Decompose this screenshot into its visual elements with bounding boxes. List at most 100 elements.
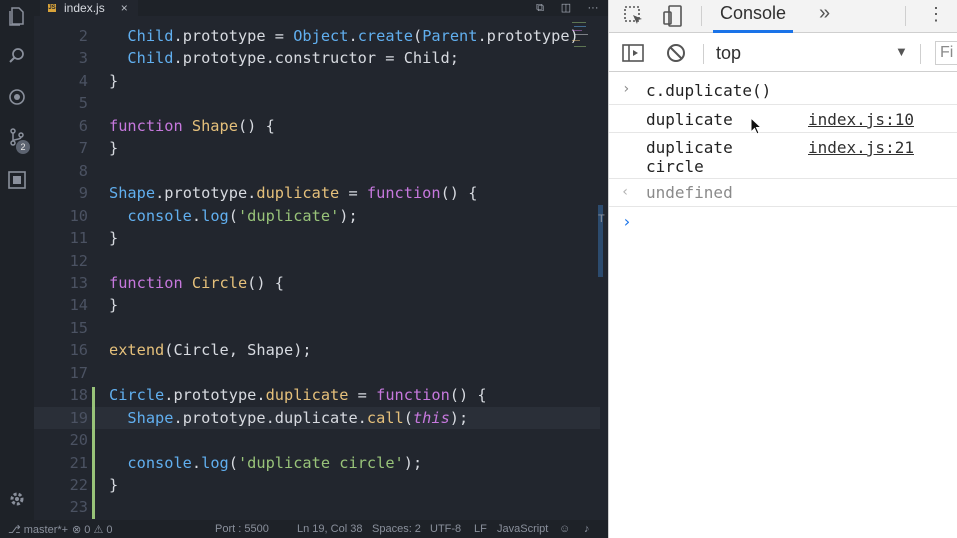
clear-console-icon[interactable]: [664, 41, 688, 65]
line-number: 13: [69, 273, 88, 292]
line-code: extend(Circle, Shape);: [109, 339, 312, 361]
code-line[interactable]: 12: [34, 250, 600, 272]
line-code: function Shape() {: [109, 115, 275, 137]
code-area[interactable]: 2 Child.prototype = Object.create(Parent…: [34, 25, 600, 520]
console-result-row: ‹ undefined: [609, 179, 957, 207]
code-token: call: [366, 408, 404, 427]
live-server-port[interactable]: Port : 5500: [215, 523, 269, 535]
code-token: Circle: [191, 273, 248, 292]
device-toolbar-icon[interactable]: [661, 4, 685, 28]
split-editor-icon[interactable]: ◫: [559, 1, 573, 15]
code-line[interactable]: 21 console.log('duplicate circle');: [34, 452, 600, 474]
code-token: 'duplicate': [237, 206, 340, 225]
line-code: console.log('duplicate');: [109, 205, 357, 227]
code-token: console: [127, 453, 192, 472]
code-line[interactable]: 16 extend(Circle, Shape);: [34, 339, 600, 361]
open-preview-icon[interactable]: ⧉: [533, 1, 547, 15]
tab-console[interactable]: Console: [713, 0, 793, 33]
tab-index-js[interactable]: JS index.js ×: [40, 0, 138, 16]
minimap[interactable]: [572, 20, 592, 56]
more-tabs-icon[interactable]: »: [819, 2, 830, 25]
line-code: }: [109, 227, 118, 249]
cursor-position[interactable]: Ln 19, Col 38: [297, 523, 362, 535]
code-line[interactable]: 14}: [34, 294, 600, 316]
source-link[interactable]: index.js:21: [808, 138, 914, 157]
line-number: 10: [69, 206, 88, 225]
devtools-menu-icon[interactable]: ⋮: [927, 4, 945, 25]
code-line[interactable]: 11}: [34, 227, 600, 249]
context-select[interactable]: top: [716, 43, 741, 64]
filter-input[interactable]: Fi: [935, 41, 957, 65]
code-line[interactable]: 17: [34, 362, 600, 384]
code-line[interactable]: 13 function Circle() {: [34, 272, 600, 294]
code-line[interactable]: 9 Shape.prototype.duplicate = function() …: [34, 182, 600, 204]
debug-icon[interactable]: [7, 87, 27, 107]
toggle-sidebar-icon[interactable]: [621, 41, 645, 65]
line-code: function Circle() {: [109, 272, 284, 294]
code-line[interactable]: 5: [34, 92, 600, 114]
code-token: function: [376, 386, 450, 405]
code-line[interactable]: 20: [34, 429, 600, 451]
indentation[interactable]: Spaces: 2: [372, 523, 421, 535]
settings-gear-icon[interactable]: [7, 489, 27, 509]
line-code: }: [109, 137, 118, 159]
code-line[interactable]: 10 console.log('duplicate');: [34, 205, 600, 227]
mouse-cursor-icon: [750, 117, 763, 135]
code-token: log: [201, 453, 229, 472]
more-actions-icon[interactable]: ···: [586, 1, 600, 15]
input-chevron-icon: ›: [622, 81, 631, 97]
source-link[interactable]: index.js:10: [808, 110, 914, 129]
scm-count-badge: 2: [16, 140, 30, 154]
git-branch[interactable]: ⎇ master*+: [8, 523, 68, 536]
search-icon[interactable]: [7, 46, 27, 66]
notifications-bell-icon[interactable]: ♪: [584, 523, 590, 535]
line-number: 5: [78, 94, 88, 113]
code-token: Parent: [422, 27, 478, 45]
line-number: 9: [78, 184, 88, 203]
code-token: }: [109, 139, 119, 158]
devtools-panel: Console » ⋮ top ▼ Fi › c.duplicate() dup…: [608, 0, 957, 538]
dropdown-arrow-icon[interactable]: ▼: [895, 44, 908, 59]
code-token: .prototype.duplicate.: [173, 408, 367, 427]
code-line[interactable]: 22}: [34, 474, 600, 496]
console-toolbar: top ▼ Fi: [609, 34, 957, 72]
code-line[interactable]: 18 Circle.prototype.duplicate = function(…: [34, 384, 600, 406]
code-token: );: [449, 408, 469, 427]
code-token: log: [201, 206, 229, 225]
code-line[interactable]: 15: [34, 317, 600, 339]
code-line[interactable]: 2 Child.prototype = Object.create(Parent…: [34, 25, 600, 47]
line-number: 8: [78, 161, 88, 180]
line-code: Child.prototype.constructor = Child;: [109, 47, 459, 69]
feedback-smiley-icon[interactable]: ☺: [559, 523, 570, 535]
problems-indicator[interactable]: ⊗ 0 ⚠ 0: [72, 523, 113, 536]
code-line[interactable]: 3 Child.prototype.constructor = Child;: [34, 47, 600, 69]
encoding[interactable]: UTF-8: [430, 523, 461, 535]
line-number: 3: [78, 49, 88, 68]
line-number: 4: [78, 71, 88, 90]
line-code: Circle.prototype.duplicate = function() …: [109, 384, 487, 406]
code-line[interactable]: 6 function Shape() {: [34, 115, 600, 137]
code-line[interactable]: 23: [34, 496, 600, 518]
inspect-element-icon[interactable]: [622, 4, 646, 28]
code-line[interactable]: 7}: [34, 137, 600, 159]
code-token: =: [348, 386, 377, 405]
language-mode[interactable]: JavaScript: [497, 523, 548, 535]
explorer-icon[interactable]: [7, 6, 27, 26]
line-number: 7: [78, 139, 88, 158]
line-number: 14: [69, 296, 88, 315]
code-line[interactable]: 4}: [34, 70, 600, 92]
code-token: function: [109, 273, 192, 292]
line-number: 6: [78, 116, 88, 135]
extensions-icon[interactable]: [7, 170, 27, 190]
code-token: Shape: [109, 184, 156, 203]
code-line[interactable]: 8: [34, 160, 600, 182]
close-tab-icon[interactable]: ×: [121, 1, 128, 15]
line-number: 20: [69, 431, 88, 450]
code-token: console: [127, 206, 192, 225]
console-prompt[interactable]: ›: [622, 212, 632, 231]
line-ending[interactable]: LF: [474, 523, 487, 535]
code-line[interactable]: 19 Shape.prototype.duplicate.call(this);: [34, 406, 600, 429]
